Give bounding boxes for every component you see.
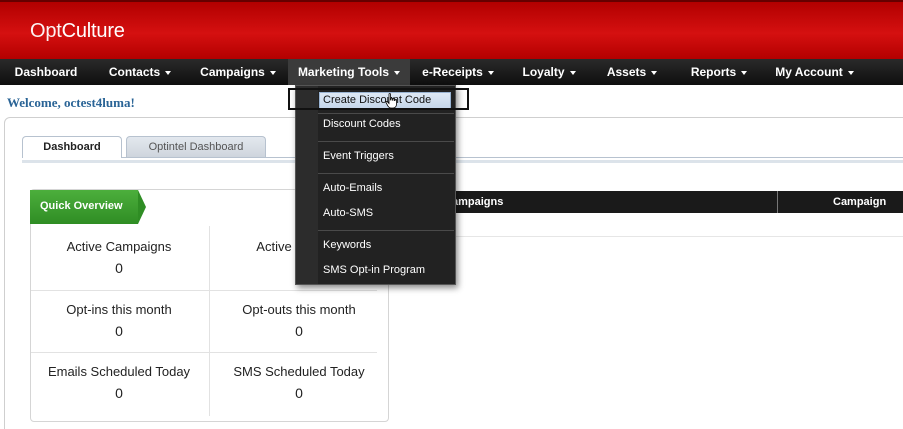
chevron-down-icon	[269, 70, 276, 75]
logo-text-culture: Culture	[61, 20, 125, 42]
menu-sms-opt-in-program[interactable]: SMS Opt-in Program	[323, 264, 425, 276]
nav-reports-label: Reports	[690, 65, 737, 79]
tab-underline	[22, 157, 903, 158]
hand-pointer-icon	[385, 93, 397, 109]
stats-divider-row1	[31, 290, 377, 291]
menu-separator	[318, 113, 454, 114]
menu-auto-sms[interactable]: Auto-SMS	[323, 207, 373, 219]
nav-loyalty[interactable]: Loyalty	[506, 59, 592, 85]
menu-separator	[318, 230, 454, 231]
chevron-down-icon	[165, 70, 172, 75]
chevron-down-icon	[487, 70, 494, 75]
menu-auto-emails[interactable]: Auto-Emails	[323, 182, 382, 194]
main-nav: Dashboard Contacts Campaigns Marketing T…	[0, 59, 903, 85]
menu-separator	[318, 141, 454, 142]
col-campaign-type[interactable]: Campaign Typ	[833, 191, 903, 230]
chevron-down-icon	[741, 70, 748, 75]
nav-loyalty-label: Loyalty	[522, 65, 565, 79]
tab-dashboard[interactable]: Dashboard	[22, 136, 122, 158]
table-row	[430, 213, 903, 237]
stat-value: 0	[115, 260, 123, 276]
nav-assets[interactable]: Assets	[592, 59, 672, 85]
nav-e-receipts[interactable]: e-Receipts	[410, 59, 506, 85]
nav-contacts[interactable]: Contacts	[92, 59, 188, 85]
stat-opt-ins: Opt-ins this month 0	[30, 302, 208, 339]
nav-contacts-label: Contacts	[108, 65, 161, 79]
welcome-message: Welcome, octest4luma!	[7, 95, 135, 110]
stat-label: SMS Scheduled Today	[233, 364, 365, 379]
menu-event-triggers[interactable]: Event Triggers	[323, 150, 394, 162]
menu-keywords[interactable]: Keywords	[323, 239, 371, 251]
stat-sms-scheduled: SMS Scheduled Today 0	[210, 364, 388, 401]
stat-value: 0	[295, 385, 303, 401]
stat-active-campaigns: Active Campaigns 0	[30, 239, 208, 276]
nav-campaigns-label: Campaigns	[200, 65, 265, 79]
nav-campaigns[interactable]: Campaigns	[188, 59, 288, 85]
stat-value: 0	[295, 323, 303, 339]
chevron-down-icon	[394, 70, 401, 75]
stat-value: 0	[115, 323, 123, 339]
nav-marketing-tools[interactable]: Marketing Tools	[288, 59, 410, 85]
chevron-down-icon	[569, 70, 576, 75]
nav-my-account-label: My Account	[775, 65, 843, 79]
marketing-tools-dropdown: Create Discount Code Discount Codes Even…	[295, 85, 456, 285]
chevron-down-icon	[847, 70, 854, 75]
stat-value: 0	[115, 385, 123, 401]
stat-opt-outs: Opt-outs this month 0	[210, 302, 388, 339]
logo-text-opt: Opt	[30, 20, 62, 42]
app-header: OptCulture	[0, 0, 903, 59]
menu-separator	[318, 173, 454, 174]
stat-label: Emails Scheduled Today	[47, 364, 191, 379]
tab-optintel-dashboard[interactable]: Optintel Dashboard	[126, 136, 266, 158]
stat-emails-scheduled: Emails Scheduled Today 0	[30, 364, 208, 401]
stat-label: Opt-outs this month	[242, 302, 356, 317]
dropdown-gutter	[296, 86, 318, 284]
stat-label: Opt-ins this month	[66, 302, 172, 317]
nav-my-account[interactable]: My Account	[766, 59, 863, 85]
chevron-down-icon	[651, 70, 658, 75]
campaigns-table-header: ampaigns Campaign Typ	[430, 191, 903, 230]
nav-marketing-tools-label: Marketing Tools	[297, 65, 390, 79]
tab-content-strip	[22, 160, 903, 163]
focus-highlight-box	[288, 88, 469, 110]
nav-dashboard-label: Dashboard	[14, 65, 78, 79]
nav-dashboard[interactable]: Dashboard	[0, 59, 92, 85]
table-column-divider	[777, 191, 778, 213]
nav-e-receipts-label: e-Receipts	[422, 65, 483, 79]
col-campaigns[interactable]: ampaigns	[452, 191, 503, 213]
quick-overview-title: Quick Overview	[30, 190, 146, 224]
stats-divider-row2	[31, 352, 377, 353]
nav-reports[interactable]: Reports	[672, 59, 766, 85]
stat-label: Active Campaigns	[66, 239, 172, 254]
optculture-logo[interactable]: OptCulture	[30, 20, 125, 43]
menu-discount-codes[interactable]: Discount Codes	[323, 118, 401, 130]
nav-assets-label: Assets	[606, 65, 647, 79]
